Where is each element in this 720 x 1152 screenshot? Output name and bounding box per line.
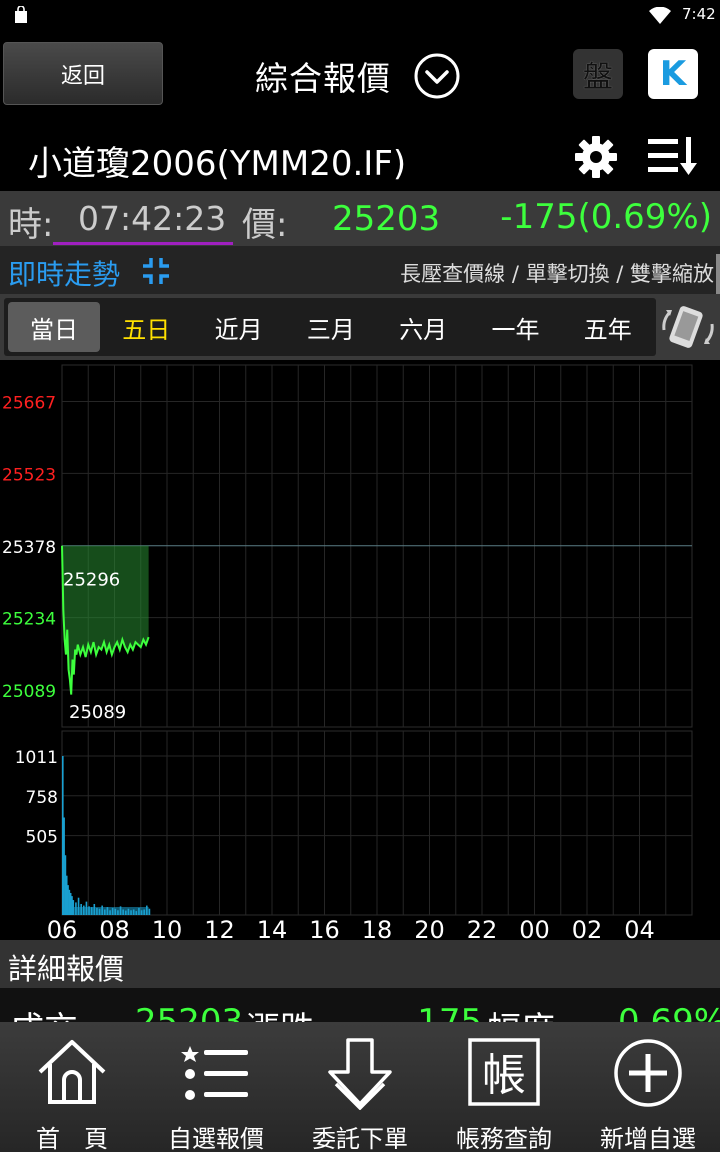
period-bar: 當日 五日 近月 三月 六月 一年 五年 [0,294,720,360]
order-book-label: 盤 [583,60,613,95]
kline-label: K [659,54,687,94]
change-label: 漲跌 [246,1002,314,1022]
volume-base-band [62,907,149,915]
high-label: 25296 [63,570,120,591]
x-tick-label: 02 [572,916,603,940]
x-tick-label: 18 [362,916,393,940]
volume-axis-label: 758 [26,788,58,808]
nav-account-label: 帳務查詢 [456,1125,552,1152]
detail-header: 詳細報價 [0,940,720,988]
page-title[interactable]: 綜合報價 [255,52,391,100]
rotate-screen-icon[interactable] [660,300,716,354]
price-label: 價: [242,205,288,245]
pct-label: 幅度 [487,1002,555,1022]
chart-svg[interactable]: 25667 25523 25378 25234 25089 1011 758 505 25296… [0,360,720,940]
volume-axis-label: 505 [26,828,58,848]
list-icon [181,1046,248,1100]
period-tab-0[interactable]: 當日 [8,302,100,352]
time-value: 07:42:23 [78,199,227,238]
x-tick-label: 14 [257,916,288,940]
x-tick-label: 20 [414,916,445,940]
price-axis-label: 25378 [2,538,56,558]
x-tick-label: 16 [309,916,340,940]
nav-home-label: 首 頁 [36,1125,108,1152]
kline-button[interactable]: K [648,49,698,99]
low-label: 25089 [69,702,126,723]
compress-icon[interactable] [141,256,171,286]
bottom-nav: 首 頁 自選報價 委託下單 帳 帳務查詢 新增自選 [0,1022,720,1152]
volume-axis-label: 1011 [15,748,58,768]
period-tab-1[interactable]: 五日 [100,302,192,352]
price-axis-label: 25523 [2,465,56,485]
symbol-row: 小道瓊2006(YMM20.IF) [0,120,720,190]
x-tick-label: 00 [519,916,550,940]
chart-title[interactable]: 即時走勢 [8,253,120,293]
deal-value: 25203 [135,1002,244,1022]
price-axis-label: 25667 [2,393,56,413]
wifi-icon [649,7,671,24]
plus-circle-icon [614,1039,682,1107]
volume-bar [148,908,151,915]
nav-home[interactable]: 首 頁 [0,1022,144,1152]
pct-value: 0.69% [618,1002,720,1022]
sort-icon[interactable] [648,135,698,177]
period-tab-5[interactable]: 一年 [470,302,562,352]
gear-icon[interactable] [574,135,618,179]
quote-row[interactable]: 時: 07:42:23 價: 25203 -175(0.69%) [0,191,720,246]
nav-account[interactable]: 帳 帳務查詢 [432,1022,576,1152]
nav-order[interactable]: 委託下單 [288,1022,432,1152]
x-tick-label: 10 [152,916,183,940]
svg-text:帳: 帳 [482,1050,526,1101]
detail-change-value: -175 [405,1002,483,1022]
price-axis-label: 25234 [2,610,56,630]
x-tick-label: 08 [99,916,130,940]
scrollbar[interactable] [716,254,720,294]
x-tick-label: 04 [624,916,655,940]
price-value: 25203 [332,199,441,239]
detail-row: 成交 25203 漲跌 -175 幅度 0.69% [0,988,720,1022]
order-book-button[interactable]: 盤 [573,49,623,99]
time-underline [53,242,233,245]
back-button[interactable]: 返回 [3,42,163,105]
x-tick-label: 22 [467,916,498,940]
intraday-chart[interactable]: 25667 25523 25378 25234 25089 1011 758 505 25296… [0,360,720,940]
period-tab-2[interactable]: 近月 [193,302,285,352]
nav-order-label: 委託下單 [312,1125,408,1152]
period-tabs: 當日 五日 近月 三月 六月 一年 五年 [4,298,656,356]
status-time: 7:42 [682,5,716,23]
shopping-bag-icon [15,6,27,23]
time-label: 時: [8,205,54,245]
app-header: 返回 綜合報價 盤 K [0,30,720,120]
nav-add-watch-label: 新增自選 [600,1125,696,1152]
period-tab-3[interactable]: 三月 [285,302,377,352]
down-arrow-icon [328,1038,392,1110]
chart-header: 即時走勢 長壓查價線 / 單擊切換 / 雙擊縮放 [0,246,720,294]
detail-title: 詳細報價 [8,952,125,986]
deal-label: 成交 [10,1002,78,1022]
nav-add-watch[interactable]: 新增自選 [576,1022,720,1152]
x-tick-label: 06 [47,916,78,940]
period-tab-4[interactable]: 六月 [377,302,469,352]
period-tab-6[interactable]: 五年 [562,302,654,352]
chart-hint: 長壓查價線 / 單擊切換 / 雙擊縮放 [400,262,714,286]
home-icon [38,1040,106,1104]
nav-watchlist-label: 自選報價 [168,1125,264,1152]
price-axis-label: 25089 [2,682,56,702]
nav-watchlist[interactable]: 自選報價 [144,1022,288,1152]
price-area-fill [62,545,149,695]
status-bar: 7:42 [0,0,720,30]
x-tick-label: 12 [204,916,235,940]
symbol-name: 小道瓊2006(YMM20.IF) [28,144,407,184]
chevron-down-icon[interactable] [413,52,461,100]
account-icon: 帳 [468,1038,540,1106]
change-value: -175(0.69%) [500,197,712,237]
